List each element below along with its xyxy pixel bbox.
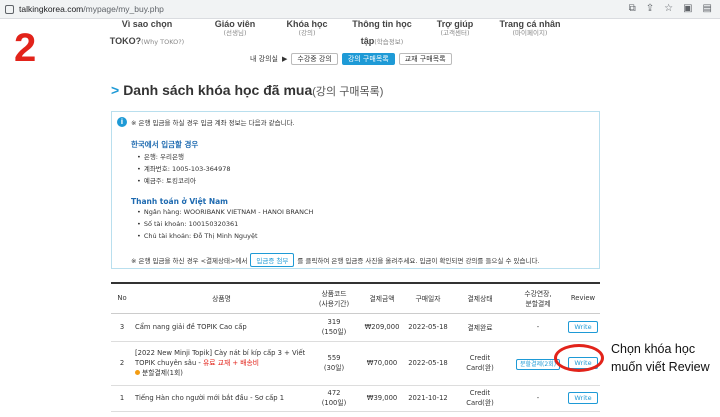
row-code: 559 (30일) [310, 341, 358, 386]
nav-label: Vì sao chọn [121, 19, 173, 29]
korea-payment-title: 한국에서 입금할 경우 [131, 140, 199, 149]
table-row: 2 [2022 New Minji Topik] Cày nát bí kíp … [111, 341, 600, 386]
col-product: 상품명 [133, 282, 310, 314]
annotation-text: Chọn khóa học muốn viết Review [611, 340, 710, 376]
row-no: 2 [111, 341, 133, 386]
nav-why-toko[interactable]: Vì sao chọn TOKO?(Why TOKO?) [102, 19, 192, 48]
row-no: 3 [111, 313, 133, 342]
attach-proof-button[interactable]: 입금증 첨부 [250, 253, 295, 267]
col-status: 결제상태 [450, 282, 510, 314]
paid-book-note: 유료 교재 + 배송비 [203, 359, 259, 367]
row-status: 결제완료 [450, 313, 510, 342]
tab-book-purchases[interactable]: 교재 구매목록 [398, 53, 452, 65]
installment-dot-icon [135, 370, 140, 375]
nav-sublabel: (학습정보) [374, 38, 404, 46]
vn-holder-line: Chủ tài khoản: Đỗ Thị Minh Nguyệt [137, 232, 258, 240]
row-extension: - [510, 385, 566, 412]
row-review: Write [566, 313, 600, 342]
vn-bank-line: Ngân hàng: WOORIBANK VIETNAM - HANOI BRA… [137, 208, 314, 216]
page-title-kr: (강의 구매목록) [312, 86, 384, 98]
row-review: Write [566, 385, 600, 412]
vn-account-line: Số tài khoản: 100150320361 [137, 220, 238, 228]
triangle-right-icon: ▶ [282, 55, 288, 63]
vietnam-payment-title: Thanh toán ở Việt Nam [131, 197, 228, 206]
purchase-table: No 상품명 상품코드 (사용기간) 결제금액 구매일자 결제상태 수강연장, 분할… [111, 282, 600, 412]
annotation-line-1: Chọn khóa học [611, 342, 696, 356]
row-status: Credit Card(완) [450, 341, 510, 386]
info-footnote: ※ 은행 입금을 하신 경우 <결제상태>에서 입금증 첨부 를 클릭하여 은행… [131, 253, 539, 267]
nav-sublabel: (마이페이지) [512, 29, 548, 37]
col-code: 상품코드 (사용기간) [310, 282, 358, 314]
table-header: No 상품명 상품코드 (사용기간) 결제금액 구매일자 결제상태 수강연장, 분할… [111, 282, 600, 314]
profile-icon[interactable]: ▤ [703, 3, 712, 15]
row-no: 1 [111, 385, 133, 412]
tab-course-purchases[interactable]: 강의 구매목록 [341, 53, 395, 65]
chevron-right-icon: > [111, 82, 120, 98]
row-product-name[interactable]: Tiếng Hàn cho người mới bắt đầu - Sơ cấp… [133, 385, 310, 412]
address-bar[interactable]: talkingkorea.com/mypage/my_buy.php ⧉ ⇪ ☆… [0, 0, 720, 19]
footnote-before: ※ 은행 입금을 하신 경우 <결제상태>에서 [131, 257, 248, 265]
col-date: 구매일자 [406, 282, 450, 314]
row-code: 319 (150일) [310, 313, 358, 342]
installment-note: 분할결제(1회) [142, 369, 183, 377]
row-status: Credit Card(완) [450, 385, 510, 412]
annotation-line-2: muốn viết Review [611, 360, 710, 374]
col-extension: 수강연장, 분할결제 [510, 282, 566, 314]
main-nav: Vì sao chọn TOKO?(Why TOKO?) Giáo viên (… [0, 19, 720, 47]
table-row: 3 Cẩm nang giải đề TOPIK Cao cấp 319 (150… [111, 313, 600, 342]
highlight-circle [554, 344, 604, 372]
footnote-after: 를 클릭하여 은행 입금증 사진을 올려주세요. 입금이 확인되면 강의를 들으… [297, 257, 540, 265]
nav-sublabel: (Why TOKO?) [141, 38, 185, 46]
row-amount: ₩70,000 [358, 341, 406, 386]
star-icon[interactable]: ☆ [664, 3, 673, 15]
info-intro: ※ 은행 입금을 하실 경우 입금 계좌 정보는 다음과 같습니다. [131, 119, 295, 127]
row-amount: ₩39,000 [358, 385, 406, 412]
row-date: 2022-05-18 [406, 341, 450, 386]
row-code: 472 (100일) [310, 385, 358, 412]
nav-label-2: tập [360, 36, 375, 46]
nav-label-2: TOKO? [109, 36, 142, 46]
extensions-icon[interactable]: ▣ [683, 3, 692, 15]
write-review-button[interactable]: Write [568, 321, 598, 333]
url-text[interactable]: talkingkorea.com/mypage/my_buy.php [19, 4, 164, 14]
share-icon[interactable]: ⇪ [646, 3, 654, 15]
info-icon: i [117, 117, 127, 127]
col-review: Review [566, 282, 600, 314]
breadcrumb: 내 강의실 ▶ 수강중 강의 강의 구매목록 교재 구매목록 [250, 53, 452, 65]
translate-icon[interactable]: ⧉ [629, 3, 636, 15]
page-title: > Danh sách khóa học đã mua (강의 구매목록) [111, 82, 383, 99]
row-product-name[interactable]: Cẩm nang giải đề TOPIK Cao cấp [133, 313, 310, 342]
row-product-name[interactable]: [2022 New Minji Topik] Cày nát bí kíp cấ… [133, 341, 310, 386]
payment-info-box: i ※ 은행 입금을 하실 경우 입금 계좌 정보는 다음과 같습니다. 한국에… [111, 111, 600, 269]
col-amount: 결제금액 [358, 282, 406, 314]
row-extension: - [510, 313, 566, 342]
holder-line: 예금주: 토킹코리아 [137, 175, 196, 185]
row-date: 2022-05-18 [406, 313, 450, 342]
row-date: 2021-10-12 [406, 385, 450, 412]
tab-current-courses[interactable]: 수강중 강의 [291, 53, 338, 65]
step-number: 2 [14, 26, 37, 70]
account-line: 계좌번호: 1005-103-364978 [137, 163, 231, 173]
nav-my-page[interactable]: Trang cá nhân (마이페이지) [485, 19, 575, 37]
page-title-text: Danh sách khóa học đã mua [123, 82, 313, 98]
breadcrumb-label: 내 강의실 [250, 55, 278, 63]
table-row: 1 Tiếng Hàn cho người mới bắt đầu - Sơ c… [111, 385, 600, 412]
lock-icon [5, 4, 14, 14]
col-no: No [111, 282, 133, 314]
write-review-button[interactable]: Write [568, 392, 598, 404]
row-amount: ₩209,000 [358, 313, 406, 342]
bank-line: 은행: 우리은행 [137, 151, 184, 161]
nav-label: Trang cá nhân [499, 19, 561, 29]
